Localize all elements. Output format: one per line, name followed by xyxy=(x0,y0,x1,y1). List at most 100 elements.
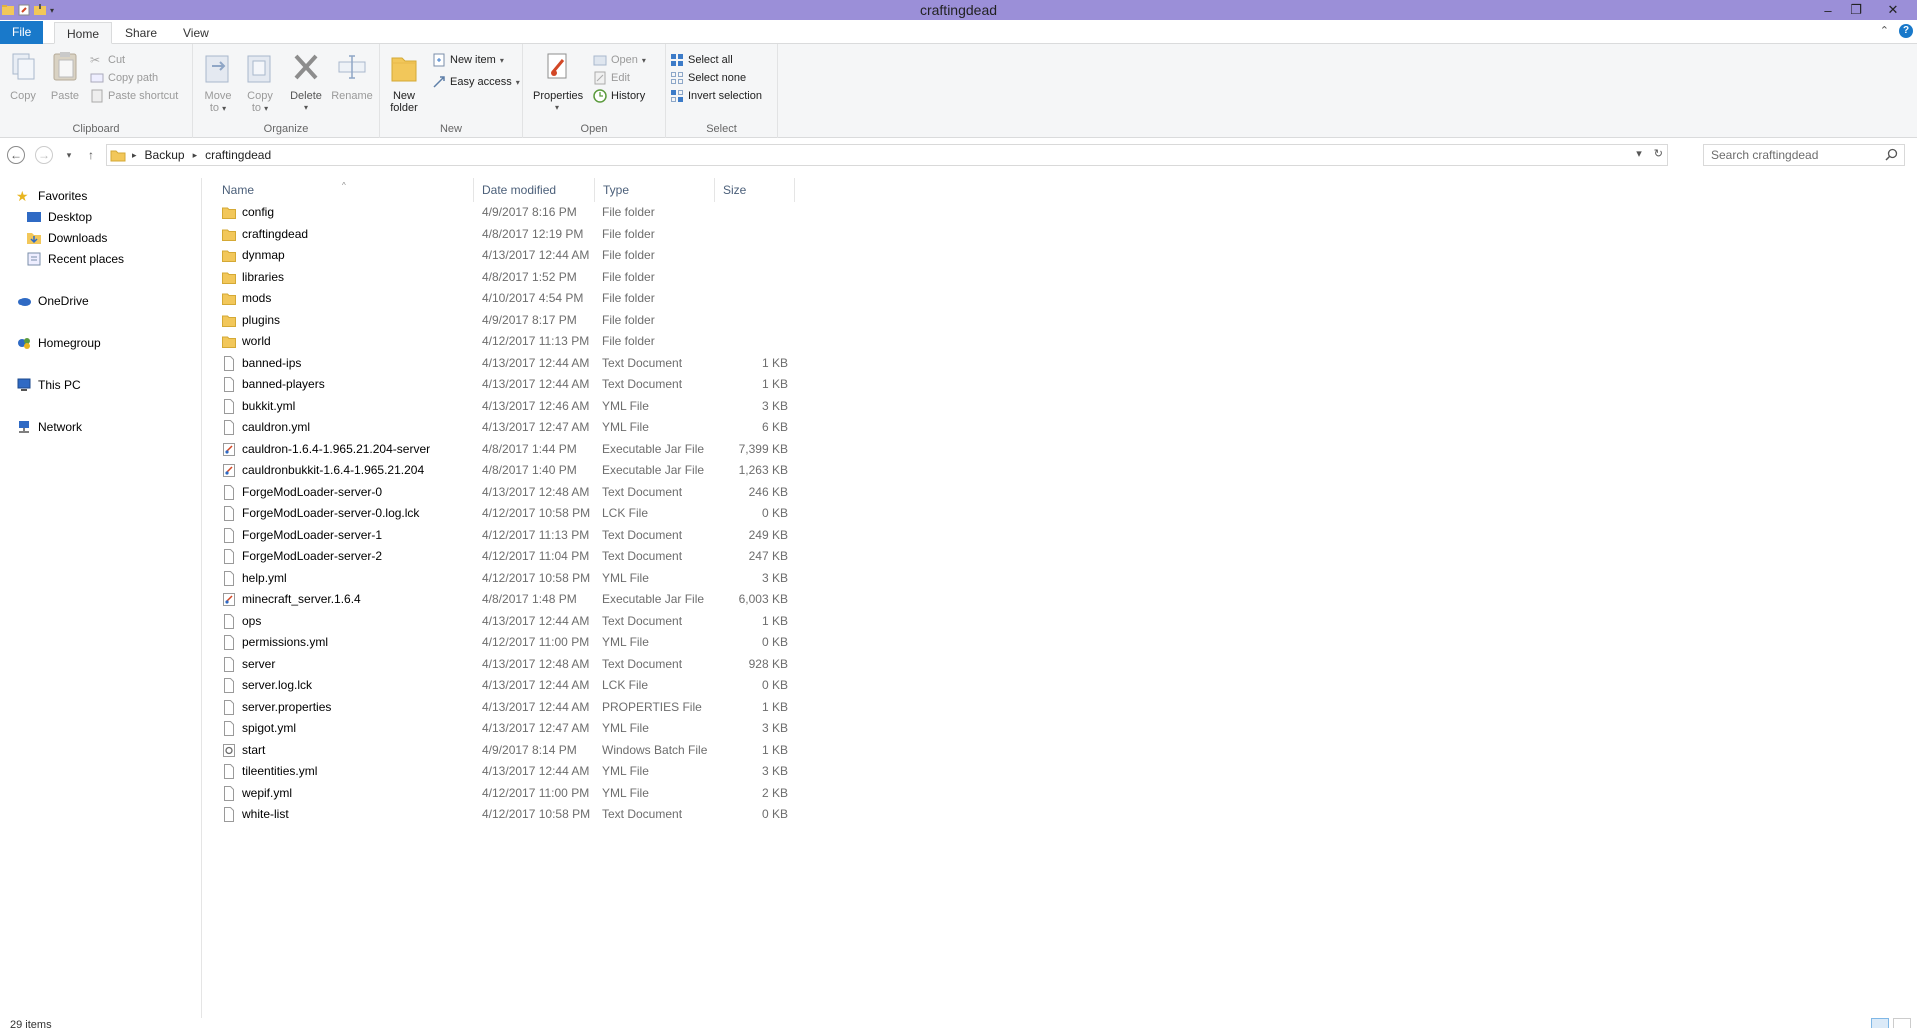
recent-locations-dropdown[interactable]: ▾ xyxy=(60,146,78,164)
back-button[interactable]: ← xyxy=(7,146,25,164)
help-icon[interactable]: ? xyxy=(1899,24,1913,38)
file-icon xyxy=(224,699,234,715)
file-size: 0 KB xyxy=(761,506,788,520)
forward-button[interactable]: → xyxy=(35,146,53,164)
file-row[interactable]: server.log.lck 4/13/2017 12:44 AM LCK File… xyxy=(214,675,794,696)
file-name: banned-ips xyxy=(242,355,302,370)
select-none-button[interactable]: Select none xyxy=(670,69,746,87)
move-to-icon xyxy=(205,55,229,83)
edit-button[interactable]: Edit xyxy=(593,69,630,87)
tab-view[interactable]: View xyxy=(171,22,221,44)
file-row[interactable]: white-list 4/12/2017 10:58 PM Text Documen… xyxy=(214,804,794,825)
paste-shortcut-button[interactable]: Paste shortcut xyxy=(90,87,178,105)
column-header-name[interactable]: Name ^ xyxy=(214,178,474,202)
address-row: ← → ▾ ↑ ▸ Backup ▸ craftingdead ▾ ↻ Sear… xyxy=(0,140,1917,170)
file-row[interactable]: ops 4/13/2017 12:44 AM Text Document 1 KB xyxy=(214,611,794,632)
open-button[interactable]: Open ▾ xyxy=(593,51,646,69)
paste-button[interactable]: Paste xyxy=(48,50,82,102)
up-button[interactable]: ↑ xyxy=(82,146,100,164)
file-row[interactable]: world 4/12/2017 11:13 PM File folder xyxy=(214,331,794,352)
tab-share[interactable]: Share xyxy=(113,22,169,44)
file-row[interactable]: server 4/13/2017 12:48 AM Text Document 928… xyxy=(214,654,794,675)
nav-desktop[interactable]: Desktop xyxy=(26,207,92,227)
column-header-date-modified[interactable]: Date modified xyxy=(474,178,595,202)
easy-access-icon xyxy=(433,76,445,88)
invert-selection-button[interactable]: Invert selection xyxy=(670,87,762,105)
move-to-button[interactable]: Move to ▾ xyxy=(201,50,235,115)
file-row[interactable]: banned-players 4/13/2017 12:44 AM Text Doc… xyxy=(214,374,794,395)
nav-recent-places[interactable]: Recent places xyxy=(26,249,124,269)
rename-button[interactable]: Rename xyxy=(331,50,373,102)
copy-button[interactable]: Copy xyxy=(6,50,40,102)
file-icon xyxy=(224,527,234,543)
file-name: plugins xyxy=(242,312,281,327)
minimize-icon[interactable]: – xyxy=(1814,0,1842,20)
file-name: white-list xyxy=(242,807,289,821)
file-row[interactable]: libraries 4/8/2017 1:52 PM File folder xyxy=(214,267,794,288)
file-row[interactable]: tileentities.yml 4/13/2017 12:44 AM YML Fi… xyxy=(214,761,794,782)
file-row[interactable]: server.properties 4/13/2017 12:44 AM PROPE… xyxy=(214,697,794,718)
close-icon[interactable]: ✕ xyxy=(1877,0,1909,20)
file-size: 1 KB xyxy=(761,742,788,757)
cut-button[interactable]: ✂ Cut xyxy=(90,51,125,69)
file-icon xyxy=(224,785,234,801)
file-row[interactable]: permissions.yml 4/12/2017 11:00 PM YML Fil… xyxy=(214,632,794,653)
file-row[interactable]: ForgeModLoader-server-2 4/12/2017 11:04 P… xyxy=(214,546,794,567)
search-input[interactable]: Search craftingdead xyxy=(1703,144,1905,166)
delete-button[interactable]: Delete ▾ xyxy=(287,50,325,114)
file-row[interactable]: wepif.yml 4/12/2017 11:00 PM YML File 2 KB xyxy=(214,783,794,804)
select-all-button[interactable]: Select all xyxy=(670,51,733,69)
file-row[interactable]: ForgeModLoader-server-0 4/13/2017 12:48 A… xyxy=(214,482,794,503)
file-row[interactable]: spigot.yml 4/13/2017 12:47 AM YML File 3 KB xyxy=(214,718,794,739)
large-icons-view-icon[interactable] xyxy=(1893,1018,1911,1028)
new-item-button[interactable]: New item ▾ xyxy=(432,51,504,69)
nav-onedrive[interactable]: OneDrive xyxy=(16,291,89,311)
new-folder-button[interactable]: New folder xyxy=(386,50,422,114)
history-button[interactable]: History xyxy=(593,87,645,105)
file-icon xyxy=(224,764,234,779)
file-type: File folder xyxy=(602,205,655,219)
details-view-icon[interactable] xyxy=(1871,1018,1889,1028)
file-type: YML File xyxy=(602,398,649,413)
file-row[interactable]: craftingdead 4/8/2017 12:19 PM File folder xyxy=(214,224,794,245)
nav-favorites[interactable]: ★ Favorites xyxy=(16,186,87,206)
file-row[interactable]: cauldron.yml 4/13/2017 12:47 AM YML File 6 … xyxy=(214,417,794,438)
restore-icon[interactable]: ❐ xyxy=(1842,0,1870,20)
breadcrumb-backup[interactable]: Backup xyxy=(137,148,193,162)
tab-home[interactable]: Home xyxy=(54,22,113,44)
file-row[interactable]: plugins 4/9/2017 8:17 PM File folder xyxy=(214,310,794,331)
file-row[interactable]: bukkit.yml 4/13/2017 12:46 AM YML File 3 KB xyxy=(214,396,794,417)
easy-access-button[interactable]: Easy access ▾ xyxy=(432,73,520,91)
column-header-type[interactable]: Type xyxy=(595,178,715,202)
file-row[interactable]: ForgeModLoader-server-0.log.lck 4/12/2017… xyxy=(214,503,794,524)
tab-file[interactable]: File xyxy=(0,21,44,44)
file-size: 1 KB xyxy=(761,699,788,714)
nav-homegroup[interactable]: Homegroup xyxy=(16,333,101,353)
refresh-icon[interactable]: ↻ xyxy=(1654,147,1663,160)
nav-network[interactable]: Network xyxy=(16,417,82,437)
file-row[interactable]: cauldron-1.6.4-1.965.21.204-server 4/8/20… xyxy=(214,439,794,460)
nav-downloads[interactable]: Downloads xyxy=(26,228,107,248)
file-row[interactable]: banned-ips 4/13/2017 12:44 AM Text Documen… xyxy=(214,353,794,374)
file-row[interactable]: cauldronbukkit-1.6.4-1.965.21.204 4/8/201… xyxy=(214,460,794,481)
file-row[interactable]: config 4/9/2017 8:16 PM File folder xyxy=(214,202,794,223)
file-row[interactable]: mods 4/10/2017 4:54 PM File folder xyxy=(214,288,794,309)
file-row[interactable]: minecraft_server.1.6.4 4/8/2017 1:48 PM Ex… xyxy=(214,589,794,610)
copy-path-button[interactable]: Copy path xyxy=(90,69,158,87)
file-type: YML File xyxy=(602,420,649,434)
column-header-size[interactable]: Size xyxy=(715,178,795,202)
file-row[interactable]: help.yml 4/12/2017 10:58 PM YML File 3 KB xyxy=(214,568,794,589)
address-bar[interactable]: ▸ Backup ▸ craftingdead ▾ ↻ xyxy=(106,144,1668,166)
file-row[interactable]: ForgeModLoader-server-1 4/12/2017 11:13 P… xyxy=(214,525,794,546)
nav-this-pc[interactable]: This PC xyxy=(16,375,81,395)
invert-selection-icon xyxy=(671,90,683,102)
address-history-chevron-icon[interactable]: ▾ xyxy=(1636,147,1642,160)
file-date-modified: 4/8/2017 12:19 PM xyxy=(482,226,584,241)
jar-file-icon xyxy=(223,464,235,477)
copy-to-button[interactable]: Copy to ▾ xyxy=(243,50,277,115)
properties-button[interactable]: Properties ▾ xyxy=(533,50,583,114)
file-row[interactable]: start 4/9/2017 8:14 PM Windows Batch File 1… xyxy=(214,740,794,761)
file-row[interactable]: dynmap 4/13/2017 12:44 AM File folder xyxy=(214,245,794,266)
breadcrumb-craftingdead[interactable]: craftingdead xyxy=(197,148,279,162)
minimize-ribbon-chevron-icon[interactable]: ⌃ xyxy=(1880,24,1889,38)
